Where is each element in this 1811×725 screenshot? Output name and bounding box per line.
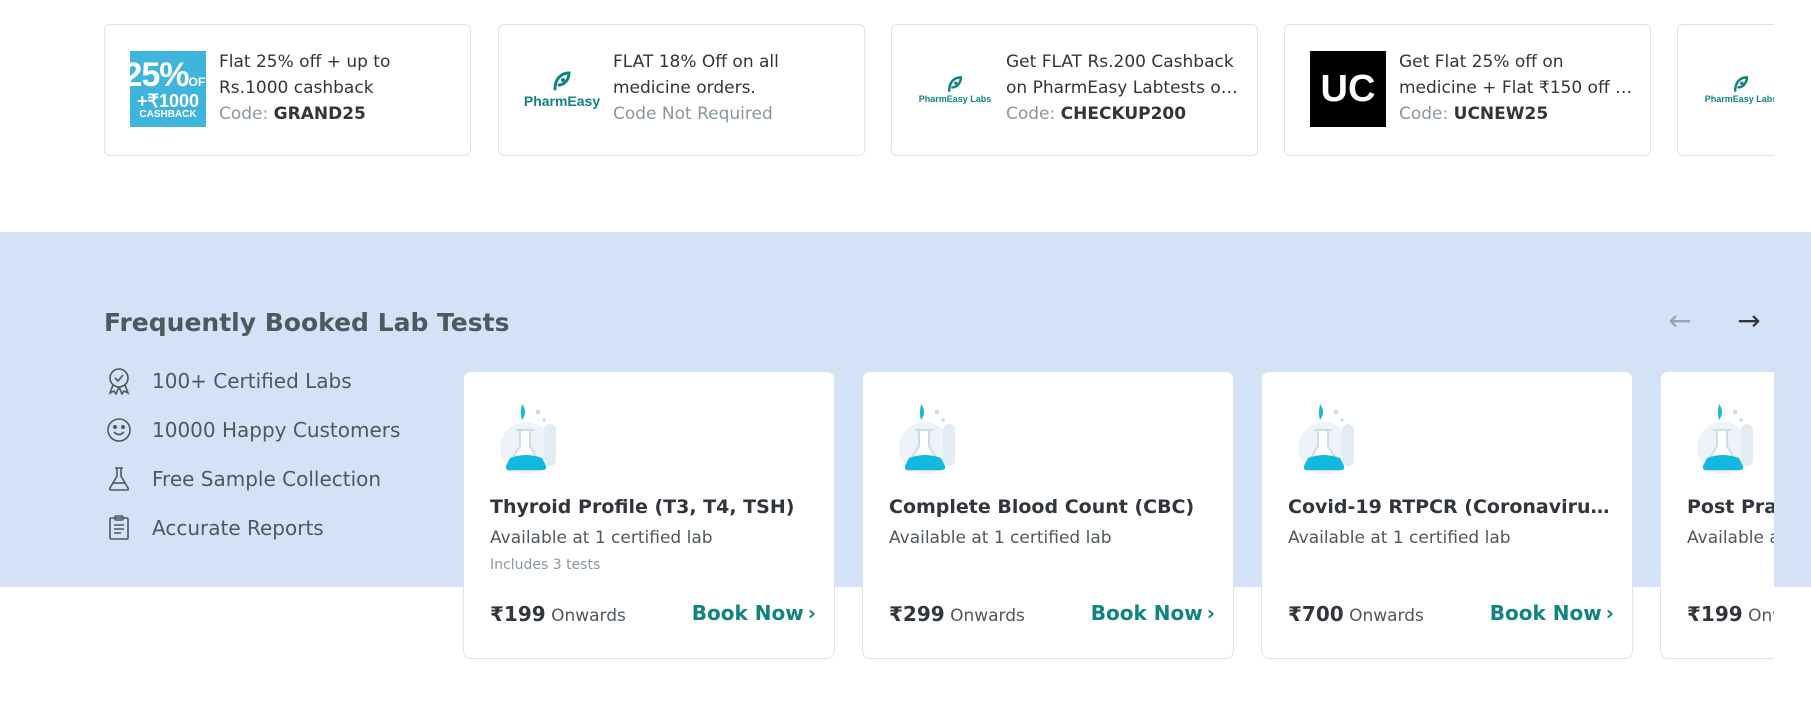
chevron-right-icon: › (1605, 601, 1614, 625)
offers-carousel: 25%OFF +₹1000 CASHBACK Flat 25% off + up… (104, 24, 1774, 156)
certified-badge-icon (104, 366, 134, 396)
feature-item: Free Sample Collection (104, 464, 424, 494)
offer-description: Get Flat 25% off on medicine + Flat ₹150… (1399, 52, 1637, 98)
offer-card[interactable]: PharmEasy Labs (1677, 24, 1774, 156)
urban-company-logo: UC (1310, 51, 1386, 127)
price-value: ₹700 (1288, 602, 1344, 626)
lab-test-name: Post Prandial Blood Sugar (1687, 496, 1774, 518)
chevron-right-icon: › (807, 601, 816, 625)
grand25-cashback-logo: 25%OFF +₹1000 CASHBACK (130, 51, 206, 127)
pharmeasy-labs-logo: PharmEasy Labs (1703, 51, 1774, 127)
lab-test-name: Complete Blood Count (CBC) (889, 496, 1195, 518)
lab-test-name: Thyroid Profile (T3, T4, TSH) (490, 496, 795, 518)
offer-card[interactable]: UC Get Flat 25% off on medicine + Flat ₹… (1284, 24, 1651, 156)
lab-test-card[interactable]: Post Prandial Blood Sugar Available at 1… (1660, 371, 1774, 659)
arrow-left-icon: ← (1668, 303, 1692, 337)
lab-availability: Available at 1 certified lab (490, 528, 713, 548)
lab-flask-icon (500, 404, 556, 474)
price-value: ₹199 (490, 602, 546, 626)
offer-code-line: Code Not Required (613, 104, 773, 124)
offer-code-line: Code: UCNEW25 (1399, 104, 1549, 124)
lab-test-name: Covid-19 RTPCR (Coronavirus Screening) (1288, 496, 1618, 518)
lab-availability: Available at 1 certified lab (1687, 528, 1774, 548)
carousel-next-button[interactable]: → (1731, 302, 1767, 338)
pharmeasy-leaf-icon (947, 76, 963, 92)
offer-description: FLAT 18% Off on all medicine orders. (613, 52, 779, 98)
book-now-button[interactable]: Book Now › (1490, 601, 1614, 625)
offer-code: CHECKUP200 (1060, 104, 1187, 124)
book-now-label: Book Now (1090, 601, 1203, 625)
offer-code-line: Code: GRAND25 (219, 104, 366, 124)
offer-description: Get FLAT Rs.200 Cashback on PharmEasy La… (1006, 52, 1234, 98)
price-suffix: Onwards (950, 606, 1025, 626)
arrow-right-icon: → (1737, 303, 1761, 337)
price-suffix: Onwards (551, 606, 626, 626)
feature-item: 10000 Happy Customers (104, 415, 424, 445)
section-title: Frequently Booked Lab Tests (104, 308, 510, 337)
lab-price: ₹700 Onwards (1288, 602, 1424, 626)
pharmeasy-logo: PharmEasy (524, 51, 600, 127)
feature-item: Accurate Reports (104, 513, 424, 543)
lab-tests-count: Includes 3 tests (490, 557, 601, 573)
smiley-icon (104, 415, 134, 445)
clipboard-report-icon (104, 513, 134, 543)
book-now-label: Book Now (691, 601, 804, 625)
offer-code-line: Code: CHECKUP200 (1006, 104, 1187, 124)
lab-price: ₹199 Onwards (1687, 602, 1774, 626)
feature-item: 100+ Certified Labs (104, 366, 424, 396)
lab-availability: Available at 1 certified lab (889, 528, 1112, 548)
lab-test-card[interactable]: Complete Blood Count (CBC) Available at … (862, 371, 1234, 659)
offer-card[interactable]: 25%OFF +₹1000 CASHBACK Flat 25% off + up… (104, 24, 471, 156)
lab-price: ₹199 Onwards (490, 602, 626, 626)
lab-flask-icon (899, 404, 955, 474)
price-suffix: Onwards (1349, 606, 1424, 626)
price-suffix: Onwards (1748, 606, 1774, 626)
lab-availability: Available at 1 certified lab (1288, 528, 1511, 548)
pharmeasy-leaf-icon (553, 71, 571, 91)
offer-code: GRAND25 (273, 104, 366, 124)
lab-tests-carousel: Thyroid Profile (T3, T4, TSH) Available … (463, 371, 1774, 661)
lab-test-card[interactable]: Thyroid Profile (T3, T4, TSH) Available … (463, 371, 835, 659)
offer-code: UCNEW25 (1453, 104, 1549, 124)
book-now-button[interactable]: Book Now › (1091, 601, 1215, 625)
lab-test-card[interactable]: Covid-19 RTPCR (Coronavirus Screening) A… (1261, 371, 1633, 659)
pharmeasy-leaf-icon (1733, 76, 1749, 92)
lab-price: ₹299 Onwards (889, 602, 1025, 626)
book-now-label: Book Now (1489, 601, 1602, 625)
carousel-prev-button[interactable]: ← (1662, 302, 1698, 338)
offer-card[interactable]: PharmEasy Labs Get FLAT Rs.200 Cashback … (891, 24, 1258, 156)
lab-flask-icon (1697, 404, 1753, 474)
offer-description: Flat 25% off + up to Rs.1000 cashback (219, 52, 391, 98)
book-now-button[interactable]: Book Now › (692, 601, 816, 625)
chevron-right-icon: › (1206, 601, 1215, 625)
lab-flask-icon (1298, 404, 1354, 474)
price-value: ₹299 (889, 602, 945, 626)
offer-card[interactable]: PharmEasy FLAT 18% Off on all medicine o… (498, 24, 865, 156)
price-value: ₹199 (1687, 602, 1743, 626)
flask-icon (104, 464, 134, 494)
pharmeasy-labs-logo: PharmEasy Labs (917, 51, 993, 127)
